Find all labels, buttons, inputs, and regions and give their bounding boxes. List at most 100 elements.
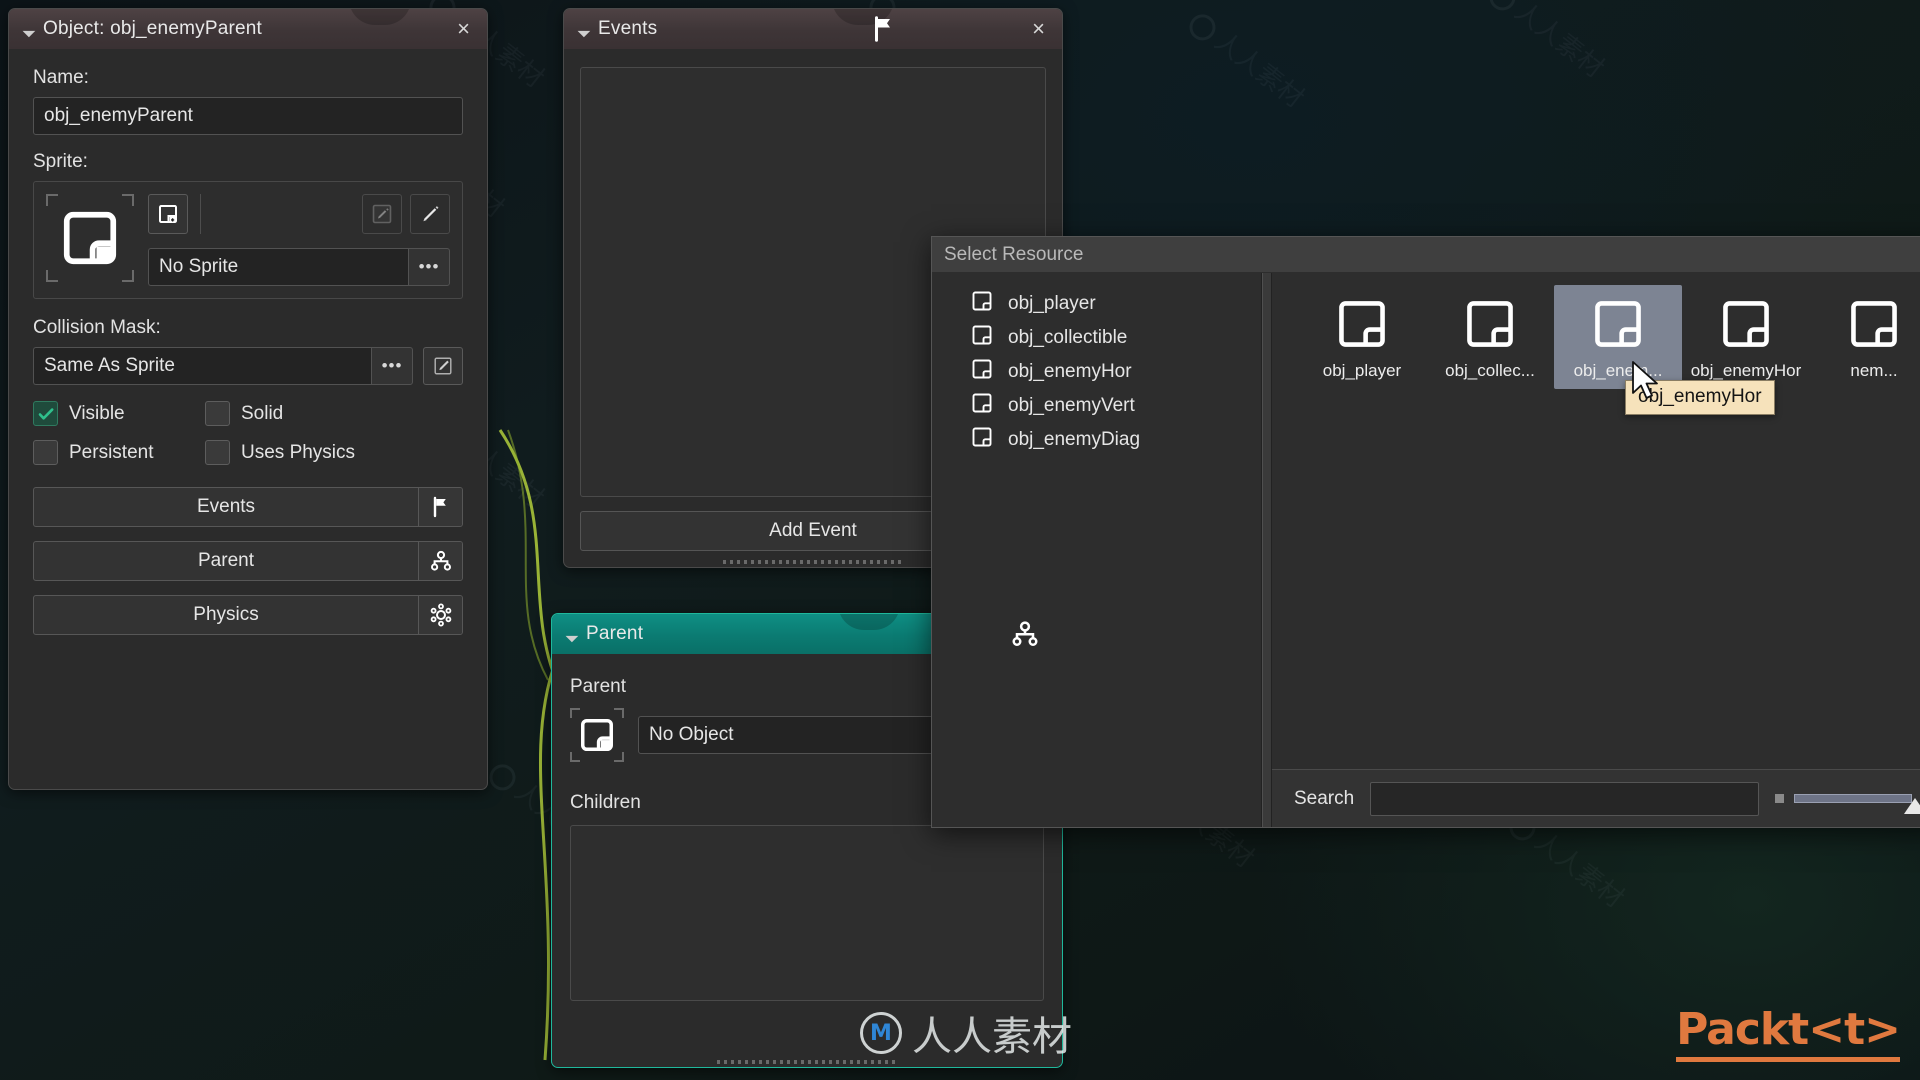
persistent-label: Persistent [69,441,154,463]
parent-button-label: Parent [198,550,254,571]
object-panel-header[interactable]: Object: obj_enemyParent × [9,9,487,49]
no-sprite-icon [63,211,117,265]
site-watermark: M 人人素材 [860,1004,1072,1062]
zoom-min-icon [1775,794,1784,803]
object-panel-title: Object: obj_enemyParent [43,18,262,39]
checkbox-persistent[interactable]: Persistent [33,440,205,465]
events-panel-title: Events [598,18,658,39]
parent-object-thumbnail[interactable] [570,708,624,762]
physics-button[interactable]: Physics [33,595,463,635]
list-item[interactable]: obj_enemyVert [970,389,1261,423]
solid-checkbox-box[interactable] [205,401,230,426]
close-icon[interactable]: × [452,16,475,42]
collision-mask-browse-button[interactable]: ••• [371,347,413,385]
thumbnail-label: obj_enemyHor [1690,361,1802,380]
object-icon [970,323,994,353]
checkbox-uses-physics[interactable]: Uses Physics [205,440,355,465]
thumbnail-cell[interactable]: obj_enemyHor [1682,285,1810,389]
parent-button[interactable]: Parent [33,541,463,581]
select-resource-body: obj_player obj_collectible obj_enemyHor … [932,273,1920,827]
new-sprite-button[interactable] [148,194,188,234]
collision-mask-value[interactable]: Same As Sprite [33,347,371,385]
object-flags-row-2: Persistent Uses Physics [33,440,463,465]
children-list[interactable] [570,825,1044,1001]
watermark-mark: M [860,1012,902,1054]
list-item[interactable]: obj_player [970,287,1261,321]
sprite-selector: No Sprite ••• [148,248,450,286]
no-object-icon [581,719,613,751]
packt-logo-text: Packt [1676,1004,1809,1055]
sprite-group: No Sprite ••• [33,181,463,299]
persistent-checkbox-box[interactable] [33,440,58,465]
object-icon [1851,301,1897,347]
object-icon [970,391,994,421]
object-flags-row-1: Visible Solid [33,401,463,426]
zoom-slider-track[interactable] [1794,794,1912,803]
zoom-slider-knob[interactable] [1904,797,1920,814]
resource-list[interactable]: obj_player obj_collectible obj_enemyHor … [932,273,1262,827]
list-item-label: obj_enemyDiag [1008,429,1141,450]
resource-thumbnail-pane: obj_player obj_collec... obj_enem... obj… [1272,273,1920,827]
thumbnail-label: nem... [1850,361,1898,380]
object-panel-body: Name: obj_enemyParent Sprite: No Sprite … [9,49,487,635]
close-icon[interactable]: × [1027,16,1050,42]
thumbnail-label: obj_collec... [1445,361,1535,380]
object-icon [1595,301,1641,347]
collision-mask-edit-button[interactable] [423,347,463,385]
thumbnail-cell[interactable]: obj_collec... [1426,285,1554,389]
object-properties-panel: Object: obj_enemyParent × Name: obj_enem… [8,8,488,790]
zoom-slider[interactable] [1775,784,1920,814]
object-icon [970,357,994,387]
list-item-label: obj_collectible [1008,327,1128,348]
checkbox-solid[interactable]: Solid [205,401,283,426]
select-resource-title: Select Resource [932,237,1920,273]
object-icon [1467,301,1513,347]
events-button-label: Events [196,496,256,517]
visible-checkbox-box[interactable] [33,401,58,426]
uses-physics-checkbox-box[interactable] [205,440,230,465]
name-label: Name: [33,67,89,88]
app-root: 人人素材 人人素材 人人素材 人人素材 人人素材 人人素材 人人素材 人人素材 … [0,0,1920,1080]
edit-sprite-button[interactable] [362,194,402,234]
parent-panel-title: Parent [586,623,644,644]
packt-logo-suffix: <t> [1808,1004,1901,1055]
object-icon [970,425,994,455]
search-label: Search [1294,787,1355,809]
thumbnail-cell[interactable]: nem... [1810,285,1920,389]
dialog-splitter[interactable] [1262,273,1272,827]
events-button[interactable]: Events [33,487,463,527]
collapse-arrow-icon[interactable] [22,24,36,37]
list-item[interactable]: obj_enemyDiag [970,423,1261,457]
list-item-label: obj_enemyVert [1008,395,1135,416]
search-input[interactable] [1370,781,1759,816]
thumbnail-cell[interactable]: obj_player [1298,285,1426,389]
thumbnail-label: obj_player [1322,361,1402,380]
sprite-label: Sprite: [33,151,88,172]
list-item-label: obj_enemyHor [1008,361,1132,382]
thumbnail-cell-selected[interactable]: obj_enem... [1554,285,1682,389]
hierarchy-icon [1010,619,1040,649]
collapse-arrow-icon[interactable] [565,629,579,642]
paint-sprite-button[interactable] [410,194,450,234]
select-resource-dialog: Select Resource obj_player obj_collectib… [931,236,1920,828]
resize-handle[interactable] [723,560,903,564]
packt-logo: Packt<t> [1676,1004,1901,1062]
sprite-preview-thumbnail[interactable] [46,194,134,282]
uses-physics-label: Uses Physics [241,441,356,463]
object-name-input[interactable]: obj_enemyParent [33,97,463,135]
list-item[interactable]: obj_enemyHor [970,355,1261,389]
sprite-name-value[interactable]: No Sprite [148,248,408,286]
list-item[interactable]: obj_collectible [970,321,1261,355]
sprite-browse-button[interactable]: ••• [408,248,450,286]
object-icon [1339,301,1385,347]
watermark-text: 人人素材 [912,1014,1072,1060]
list-item-label: obj_player [1008,293,1096,314]
checkbox-visible[interactable]: Visible [33,401,205,426]
solid-label: Solid [241,402,284,424]
physics-button-label: Physics [193,604,259,625]
hierarchy-icon [418,542,462,580]
events-panel-header[interactable]: Events × [564,9,1062,49]
thumbnail-label: obj_enem... [1573,361,1663,380]
collapse-arrow-icon[interactable] [577,24,591,37]
tooltip: obj_enemyHor [1625,380,1775,415]
